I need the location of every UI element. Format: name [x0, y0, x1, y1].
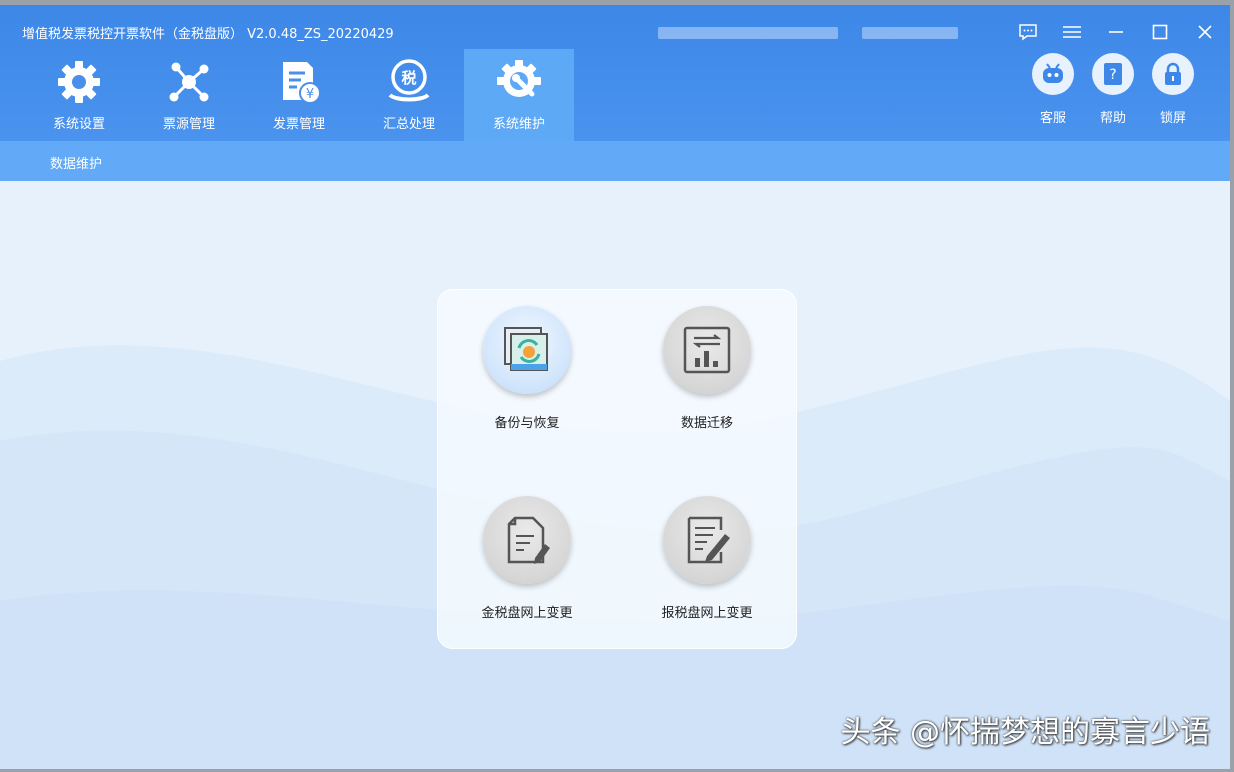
- tab-label: 票源管理: [162, 117, 215, 132]
- window-title: 增值税发票税控开票软件（金税盘版） V2.0.48_ZS_20220429: [22, 27, 394, 42]
- subnav-item-data-maintenance[interactable]: 数据维护: [50, 153, 102, 172]
- minimize-icon[interactable]: [1101, 19, 1131, 45]
- data-migration-icon: [683, 326, 731, 374]
- tab-label: 发票管理: [272, 117, 325, 132]
- data-migration-button[interactable]: 数据迁移: [627, 306, 787, 431]
- sub-navigation: 数据维护: [0, 141, 1230, 181]
- tab-summary[interactable]: 税 汇总处理: [354, 49, 464, 141]
- tax-summary-icon: 税: [388, 59, 430, 102]
- redacted-info: [658, 27, 838, 39]
- tab-system-settings[interactable]: 系统设置: [24, 49, 134, 141]
- redacted-info: [862, 27, 958, 39]
- main-content: 备份与恢复 数据迁移 金税盘网上变更 报税盘网上变更 头条 @怀揣梦想的寡言少语: [0, 181, 1230, 769]
- function-label: 金税盘网上变更: [481, 606, 573, 621]
- help-button[interactable]: ? 帮助: [1083, 53, 1143, 126]
- watermark: 头条 @怀揣梦想的寡言少语: [840, 715, 1210, 750]
- function-label: 数据迁移: [680, 416, 733, 431]
- network-icon: [169, 62, 209, 102]
- golden-tax-disk-change-button[interactable]: 金税盘网上变更: [447, 496, 607, 621]
- backup-restore-icon: [504, 327, 548, 371]
- lock-screen-button[interactable]: 锁屏: [1143, 53, 1203, 126]
- title-bar: 增值税发票税控开票软件（金税盘版） V2.0.48_ZS_20220429 系统…: [0, 5, 1230, 141]
- tab-label: 系统维护: [492, 117, 545, 132]
- form-edit-icon: [687, 516, 730, 564]
- maximize-icon[interactable]: [1145, 19, 1175, 45]
- tab-label: 汇总处理: [382, 117, 435, 132]
- function-label: 报税盘网上变更: [661, 606, 753, 621]
- button-label: 帮助: [1099, 111, 1126, 126]
- robot-icon: [1043, 63, 1063, 83]
- lock-icon: [1165, 62, 1181, 85]
- wrench-gear-icon: [497, 60, 541, 97]
- tab-ticket-source[interactable]: 票源管理: [134, 49, 244, 141]
- gear-icon: [58, 61, 100, 103]
- backup-restore-button[interactable]: 备份与恢复: [447, 306, 607, 431]
- svg-text:?: ?: [1109, 67, 1116, 83]
- tab-invoice-management[interactable]: ¥ 发票管理: [244, 49, 354, 141]
- message-icon[interactable]: [1013, 19, 1043, 45]
- svg-text:税: 税: [401, 69, 416, 87]
- svg-text:¥: ¥: [306, 87, 314, 102]
- document-edit-icon: [507, 516, 550, 564]
- app-window: 增值税发票税控开票软件（金税盘版） V2.0.48_ZS_20220429 系统…: [0, 5, 1230, 769]
- function-panel: 备份与恢复 数据迁移 金税盘网上变更 报税盘网上变更: [437, 289, 797, 649]
- tab-label: 系统设置: [52, 117, 105, 132]
- close-icon[interactable]: [1190, 19, 1220, 45]
- tab-system-maintenance[interactable]: 系统维护: [464, 49, 574, 141]
- function-label: 备份与恢复: [494, 416, 560, 431]
- tax-declaration-disk-change-button[interactable]: 报税盘网上变更: [627, 496, 787, 621]
- customer-service-button[interactable]: 客服: [1023, 53, 1083, 126]
- button-label: 锁屏: [1159, 111, 1186, 126]
- menu-icon[interactable]: [1057, 19, 1087, 45]
- help-icon: ?: [1104, 63, 1122, 85]
- invoice-icon: ¥: [283, 62, 321, 104]
- button-label: 客服: [1039, 111, 1066, 126]
